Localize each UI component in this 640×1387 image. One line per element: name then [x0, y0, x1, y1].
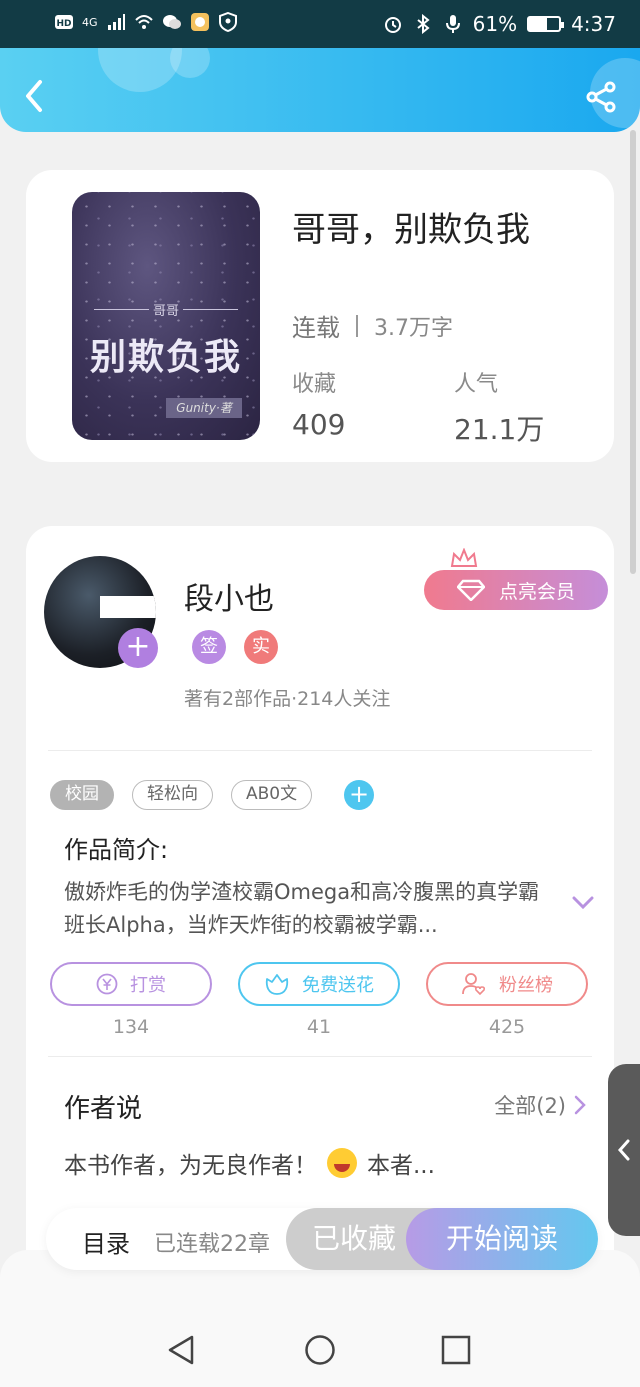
- crown-icon: [450, 548, 478, 567]
- chapter-count: 已连载22章: [154, 1232, 270, 1257]
- author-says-text[interactable]: 本书作者，为无良作者！ 本者...: [64, 1146, 435, 1180]
- status-bar: HD 4G 61% 4:37: [0, 0, 640, 48]
- intro-label: 作品简介:: [64, 836, 169, 864]
- tag[interactable]: AB0文: [231, 780, 313, 810]
- book-title: 哥哥，别欺负我: [292, 210, 530, 250]
- divider: [356, 314, 358, 337]
- tag-list: 校园 轻松向 AB0文 +: [50, 780, 375, 810]
- alarm-icon: [384, 17, 401, 33]
- author-says-all-link[interactable]: 全部(2): [494, 1090, 586, 1120]
- bottom-action-bar: 目录 已连载22章 已收藏 开始阅读: [46, 1208, 598, 1270]
- vip-button[interactable]: 点亮会员: [424, 570, 608, 610]
- serial-status: 连载: [292, 314, 340, 342]
- tag[interactable]: 轻松向: [132, 780, 213, 810]
- verified-badge: 实: [244, 630, 278, 664]
- side-drawer-handle[interactable]: [608, 1064, 640, 1236]
- chevron-down-icon[interactable]: [572, 896, 594, 910]
- battery-fill: [529, 18, 548, 30]
- book-info-card: 哥哥 别欺负我 Gunity·著 哥哥，别欺负我 连载 3.7万字 收藏 409…: [26, 170, 614, 462]
- book-cover[interactable]: 哥哥 别欺负我 Gunity·著: [72, 192, 260, 440]
- author-card: + 段小也 签 实 点亮会员 著有2部作品·214人关注 校园 轻松向 AB0文…: [26, 526, 614, 1286]
- system-navigation-bar: [0, 1250, 640, 1387]
- decorative-bubble: [170, 48, 210, 78]
- book-status-row: 连载 3.7万字: [292, 308, 453, 343]
- battery-icon: [527, 16, 565, 32]
- signal-icon: [107, 14, 125, 30]
- fan-count: 425: [488, 1016, 526, 1038]
- author-name[interactable]: 段小也: [184, 574, 274, 618]
- nav-back-icon[interactable]: [166, 1334, 198, 1366]
- divider: [48, 750, 592, 751]
- scrollbar[interactable]: [630, 130, 636, 574]
- svg-text:HD: HD: [56, 19, 71, 29]
- send-flower-label: 免费送花: [302, 975, 374, 996]
- intro-text[interactable]: 傲娇炸毛的伪学渣校霸Omega和高冷腹黑的真学霸班长Alpha，当炸天炸街的校霸…: [64, 876, 544, 942]
- network-type: 4G: [82, 15, 98, 29]
- fan-ranking-button[interactable]: 粉丝榜: [426, 962, 588, 1006]
- word-count: 3.7万字: [374, 315, 453, 341]
- cover-subtitle: 哥哥: [152, 304, 179, 319]
- follow-author-button[interactable]: +: [118, 628, 158, 668]
- start-reading-button[interactable]: 开始阅读: [406, 1208, 598, 1270]
- flower-icon: [265, 974, 289, 995]
- author-says-label: 作者说: [64, 1094, 143, 1124]
- hd-icon: HD: [55, 15, 73, 29]
- back-icon[interactable]: [18, 76, 52, 116]
- reward-label: 打赏: [130, 975, 166, 996]
- nav-recents-icon[interactable]: [440, 1334, 472, 1366]
- author-meta: 著有2部作品·214人关注: [184, 688, 391, 710]
- reward-count: 134: [112, 1016, 150, 1038]
- cover-author: Gunity·著: [166, 398, 242, 418]
- signed-badge: 签: [192, 630, 226, 664]
- nav-home-icon[interactable]: [304, 1334, 336, 1366]
- shield-user-icon: [218, 12, 237, 32]
- battery-percent: 61%: [472, 12, 518, 36]
- wifi-icon: [134, 15, 153, 29]
- microphone-icon: [445, 15, 460, 33]
- author-says-text-start: 本书作者，为无良作者！: [64, 1153, 317, 1179]
- favorites-count: 409: [292, 408, 346, 441]
- diamond-icon: [456, 579, 485, 601]
- yuan-coin-icon: [96, 973, 118, 995]
- tag[interactable]: 校园: [50, 780, 114, 810]
- table-of-contents-button[interactable]: 目录: [82, 1224, 130, 1259]
- chevron-left-icon: [617, 1139, 630, 1161]
- author-says-all-label: 全部(2): [494, 1094, 566, 1118]
- cover-title: 别欺负我: [89, 336, 242, 378]
- clock: 4:37: [571, 12, 616, 36]
- flower-count: 41: [306, 1016, 332, 1038]
- laughing-emoji-icon: [327, 1148, 357, 1178]
- fan-user-icon: [462, 973, 486, 996]
- top-app-bar: [0, 48, 640, 132]
- favorites-label: 收藏: [292, 372, 337, 397]
- bluetooth-icon: [417, 14, 430, 34]
- vip-button-label: 点亮会员: [498, 580, 575, 603]
- reward-button[interactable]: 打赏: [50, 962, 212, 1006]
- popularity-label: 人气: [454, 372, 499, 397]
- chevron-right-icon: [574, 1095, 586, 1115]
- send-flower-button[interactable]: 免费送花: [238, 962, 400, 1006]
- wechat-icon: [162, 15, 181, 29]
- popularity-count: 21.1万: [454, 413, 545, 446]
- divider: [48, 1056, 592, 1057]
- share-icon[interactable]: [584, 80, 618, 114]
- author-says-text-end: 本者...: [367, 1153, 435, 1179]
- fan-ranking-label: 粉丝榜: [499, 975, 553, 996]
- add-tag-button[interactable]: +: [344, 780, 375, 810]
- app-notification-icon: [190, 13, 209, 31]
- avatar-highlight: [100, 596, 156, 618]
